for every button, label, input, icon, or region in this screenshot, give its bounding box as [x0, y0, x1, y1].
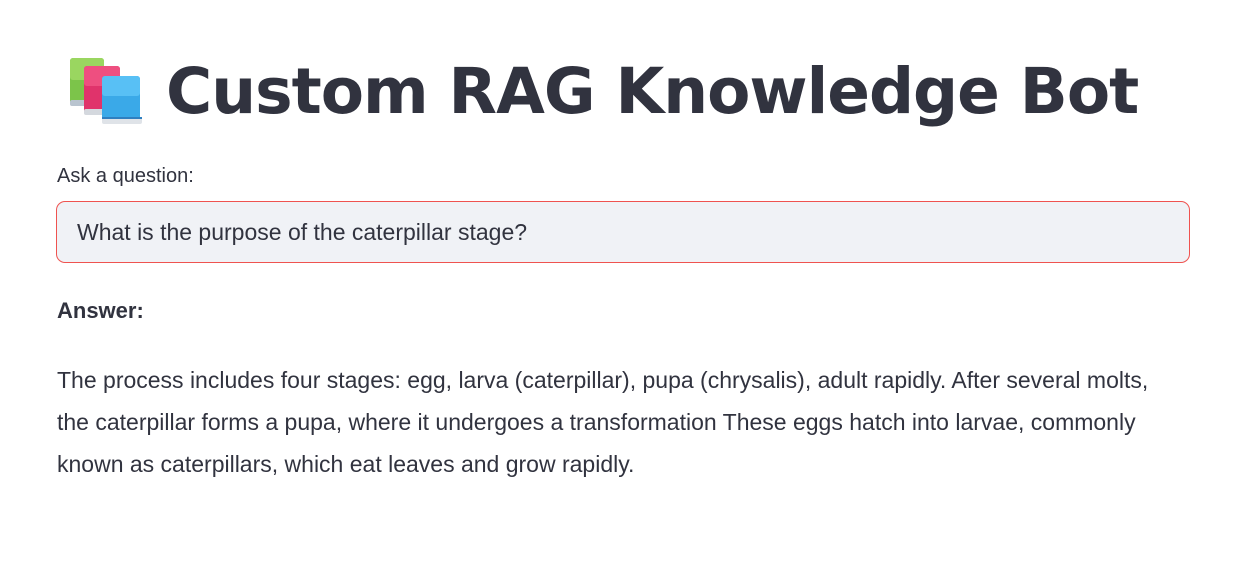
answer-text: The process includes four stages: egg, l… [57, 367, 1149, 477]
question-input[interactable] [56, 201, 1190, 263]
answer-heading: Answer: [57, 298, 144, 323]
app-page: Custom RAG Knowledge Bot Ask a question:… [0, 0, 1237, 569]
books-icon [70, 58, 142, 124]
question-label: Ask a question: [57, 165, 194, 187]
title-row: Custom RAG Knowledge Bot [68, 46, 1139, 136]
page-title: Custom RAG Knowledge Bot [166, 54, 1139, 128]
